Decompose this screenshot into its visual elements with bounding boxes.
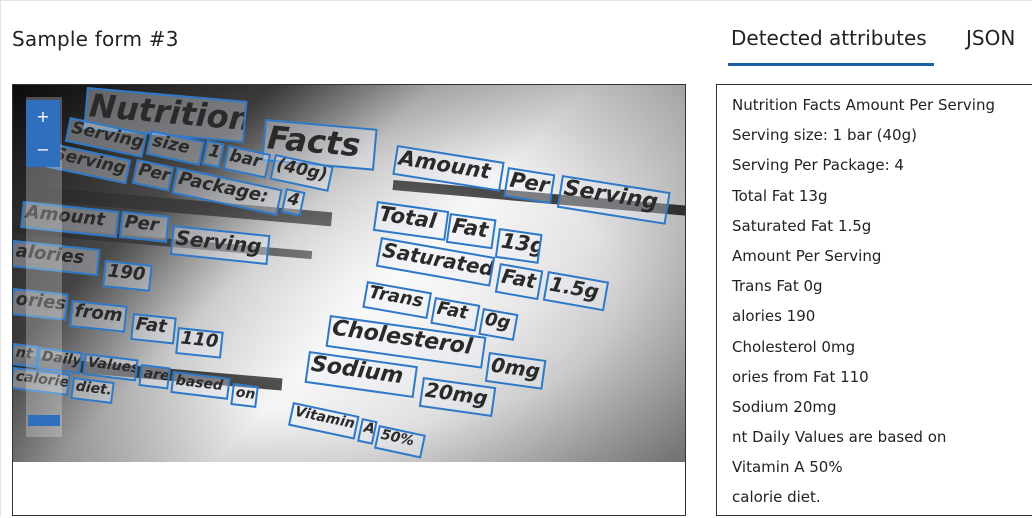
attribute-item[interactable]: alories 190 [732, 306, 995, 336]
attribute-item[interactable]: nt Daily Values are based on [732, 427, 995, 457]
ocr-word-box[interactable]: Fat [430, 297, 481, 332]
zoom-slider-handle[interactable] [28, 415, 60, 426]
ocr-overlay: Nutrition Facts Serving size 1 bar (40g)… [13, 85, 685, 462]
ocr-word-box[interactable]: 190 [102, 260, 153, 292]
ocr-word-box[interactable]: Per [131, 159, 175, 192]
ocr-word-box[interactable]: from [69, 300, 128, 333]
page-title: Sample form #3 [12, 27, 179, 51]
attribute-item[interactable]: Amount Per Serving [732, 246, 995, 276]
ocr-word-box[interactable]: 110 [175, 327, 224, 359]
ocr-word-box[interactable]: on [230, 383, 259, 409]
ocr-word-box[interactable]: 4 [280, 188, 306, 217]
attribute-item[interactable]: Serving size: 1 bar (40g) [732, 125, 995, 155]
ocr-word-box[interactable]: Per [119, 211, 170, 243]
ocr-word-box[interactable]: 0mg [484, 352, 547, 390]
ocr-word-box[interactable]: Values [82, 353, 139, 382]
attribute-item[interactable]: Vitamin A 50% [732, 457, 995, 487]
attribute-item[interactable]: Cholesterol 0mg [732, 337, 995, 367]
ocr-word-box[interactable]: Trans [362, 281, 432, 320]
ocr-word-box[interactable]: 1.5g [542, 271, 610, 312]
attribute-item[interactable]: Nutrition Facts Amount Per Serving [732, 95, 995, 125]
attribute-item[interactable]: Serving Per Package: 4 [732, 155, 995, 185]
top-divider [0, 0, 1032, 1]
ocr-word-box[interactable]: Per [503, 167, 556, 205]
ocr-word-box[interactable]: are [138, 364, 171, 390]
ocr-word-box[interactable]: Sodium [304, 351, 418, 398]
ocr-word-box[interactable]: 13g [494, 228, 543, 264]
document-image-viewer[interactable]: Nutrition Facts Serving size 1 bar (40g)… [12, 84, 686, 516]
detected-attributes-panel: Nutrition Facts Amount Per Serving Servi… [716, 84, 1032, 516]
left-divider [0, 0, 1, 516]
active-tab-indicator [728, 63, 934, 66]
attribute-item[interactable]: Total Fat 13g [732, 186, 995, 216]
ocr-word-box[interactable]: Fat [130, 313, 177, 345]
tab-json[interactable]: JSON [966, 26, 1015, 50]
ocr-word-box[interactable]: 20mg [418, 377, 497, 418]
ocr-word-box[interactable]: Serving [169, 225, 271, 266]
zoom-out-button[interactable]: − [26, 133, 60, 167]
ocr-word-box[interactable]: Total [372, 201, 450, 241]
zoom-in-button[interactable]: + [26, 100, 60, 134]
attribute-item[interactable]: Saturated Fat 1.5g [732, 216, 995, 246]
ocr-word-box[interactable]: Vitamin [288, 402, 360, 440]
tab-bar: Detected attributes JSON [728, 26, 1032, 66]
ocr-word-box[interactable]: 50% [374, 425, 426, 459]
attribute-list: Nutrition Facts Amount Per Serving Servi… [732, 95, 995, 518]
attribute-item[interactable]: Sodium 20mg [732, 397, 995, 427]
ocr-word-box[interactable]: based [170, 371, 231, 400]
ocr-word-box[interactable]: 1 [201, 140, 225, 169]
tab-detected-attributes[interactable]: Detected attributes [731, 26, 927, 50]
ocr-word-box[interactable]: Fat [445, 213, 497, 250]
ocr-word-box[interactable]: diet. [70, 377, 115, 404]
attribute-item[interactable]: ories from Fat 110 [732, 367, 995, 397]
attribute-item[interactable]: calorie diet. [732, 487, 995, 517]
ocr-word-box[interactable]: Fat [494, 263, 544, 301]
attribute-item[interactable]: Trans Fat 0g [732, 276, 995, 306]
ocr-word-box[interactable]: Amount [392, 145, 505, 192]
ocr-word-box[interactable]: Serving [556, 175, 671, 225]
